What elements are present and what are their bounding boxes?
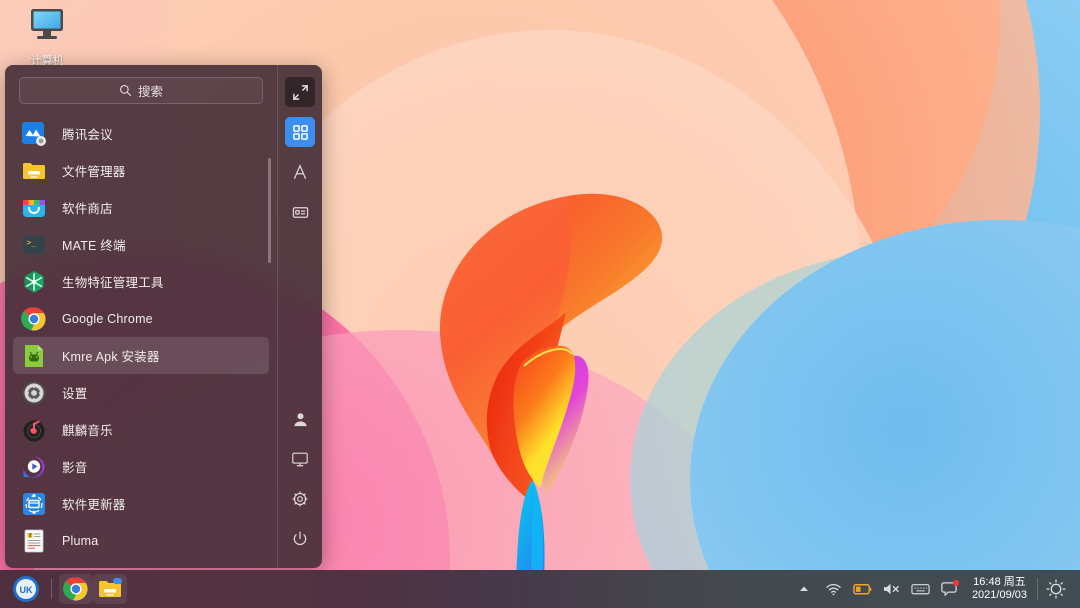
start-menu-panel: 搜索 腾讯会议 [5, 65, 322, 568]
app-list-item-file-manager[interactable]: 文件管理器 [13, 152, 269, 189]
wifi-icon[interactable] [819, 574, 848, 604]
keyboard-icon[interactable] [906, 574, 935, 604]
google-chrome-icon [63, 576, 89, 602]
app-list-item-kylin-video[interactable]: 影音 [13, 448, 269, 485]
app-label: 影音 [62, 457, 87, 476]
app-label: Kmre Apk 安装器 [62, 346, 160, 365]
notification-icon[interactable] [935, 574, 964, 604]
start-menu-side-rail [278, 65, 322, 568]
kylin-music-icon [21, 417, 47, 443]
calla-lily-flower [400, 180, 720, 570]
list-view-icon[interactable] [285, 197, 315, 227]
app-label: 软件商店 [62, 198, 113, 217]
volume-muted-icon[interactable] [877, 574, 906, 604]
app-list-item-settings[interactable]: 设置 [13, 374, 269, 411]
app-list-item-software-updater[interactable]: 软件更新器 [13, 485, 269, 522]
letter-a-icon[interactable] [285, 157, 315, 187]
svg-text:T: T [28, 533, 32, 539]
app-label: 腾讯会议 [62, 124, 113, 143]
file-manager-icon [21, 158, 47, 184]
clock-time: 16:48 周五 [972, 576, 1027, 589]
biometric-tool-icon [21, 269, 47, 295]
app-list-item-google-chrome[interactable]: Google Chrome [13, 300, 269, 337]
notification-badge [953, 580, 959, 586]
start-menu-left-pane: 搜索 腾讯会议 [5, 65, 277, 568]
start-button-label: UK [20, 585, 33, 595]
taskbar-clock[interactable]: 16:48 周五 2021/09/03 [964, 576, 1037, 602]
app-list-item-software-store[interactable]: 软件商店 [13, 189, 269, 226]
system-tray: 16:48 周五 2021/09/03 [790, 574, 1080, 604]
user-avatar-icon[interactable] [285, 404, 315, 434]
app-list-item-mate-terminal[interactable]: >_ MATE 终端 [13, 226, 269, 263]
desktop-icon-computer[interactable]: 计算机 [14, 6, 80, 68]
app-label: Google Chrome [62, 312, 153, 326]
settings-gear-icon [21, 380, 47, 406]
brightness-night-icon[interactable] [1038, 574, 1074, 604]
software-store-icon [21, 195, 47, 221]
app-list-scrollbar[interactable] [268, 158, 271, 263]
taskbar-item-google-chrome[interactable] [59, 574, 93, 604]
search-input[interactable]: 搜索 [19, 77, 263, 104]
kylin-video-icon [21, 454, 47, 480]
google-chrome-icon [21, 306, 47, 332]
app-label: Pluma [62, 534, 98, 548]
grid-apps-icon[interactable] [285, 117, 315, 147]
battery-icon[interactable] [848, 574, 877, 604]
start-button[interactable]: UK [8, 574, 44, 604]
running-indicator-badge [113, 578, 122, 584]
expand-fullscreen-icon[interactable] [285, 77, 315, 107]
software-updater-icon [21, 491, 47, 517]
search-icon [119, 84, 132, 97]
app-label: 设置 [62, 383, 87, 402]
app-label: 文件管理器 [62, 161, 126, 180]
computer-monitor-icon [27, 6, 67, 44]
taskbar-left-section: UK [0, 574, 127, 604]
mate-terminal-icon: >_ [21, 232, 47, 258]
ukui-start-icon: UK [12, 575, 40, 603]
power-icon[interactable] [285, 524, 315, 554]
app-label: 软件更新器 [62, 494, 126, 513]
settings-gear-icon[interactable] [285, 484, 315, 514]
app-label: 生物特征管理工具 [62, 272, 164, 291]
app-list-item-kmre-apk-installer[interactable]: Kmre Apk 安装器 [13, 337, 269, 374]
svg-text:>_: >_ [27, 238, 37, 247]
taskbar: UK [0, 570, 1080, 608]
app-list-item-tencent-meeting[interactable]: 腾讯会议 [13, 115, 269, 152]
computer-icon[interactable] [285, 444, 315, 474]
application-list[interactable]: 腾讯会议 文件管理器 [5, 110, 277, 568]
kmre-apk-installer-icon [21, 343, 47, 369]
app-label: MATE 终端 [62, 235, 126, 254]
taskbar-item-file-manager[interactable] [93, 574, 127, 604]
chevron-up-icon[interactable] [790, 574, 819, 604]
clock-date: 2021/09/03 [972, 589, 1027, 602]
search-placeholder: 搜索 [138, 81, 163, 100]
app-list-item-biometric-tool[interactable]: 生物特征管理工具 [13, 263, 269, 300]
tencent-meeting-icon [21, 121, 47, 147]
taskbar-separator [51, 579, 52, 599]
app-list-item-pluma[interactable]: T Pluma [13, 522, 269, 559]
app-list-item-kylin-music[interactable]: 麒麟音乐 [13, 411, 269, 448]
pluma-editor-icon: T [21, 528, 47, 554]
app-label: 麒麟音乐 [62, 420, 113, 439]
